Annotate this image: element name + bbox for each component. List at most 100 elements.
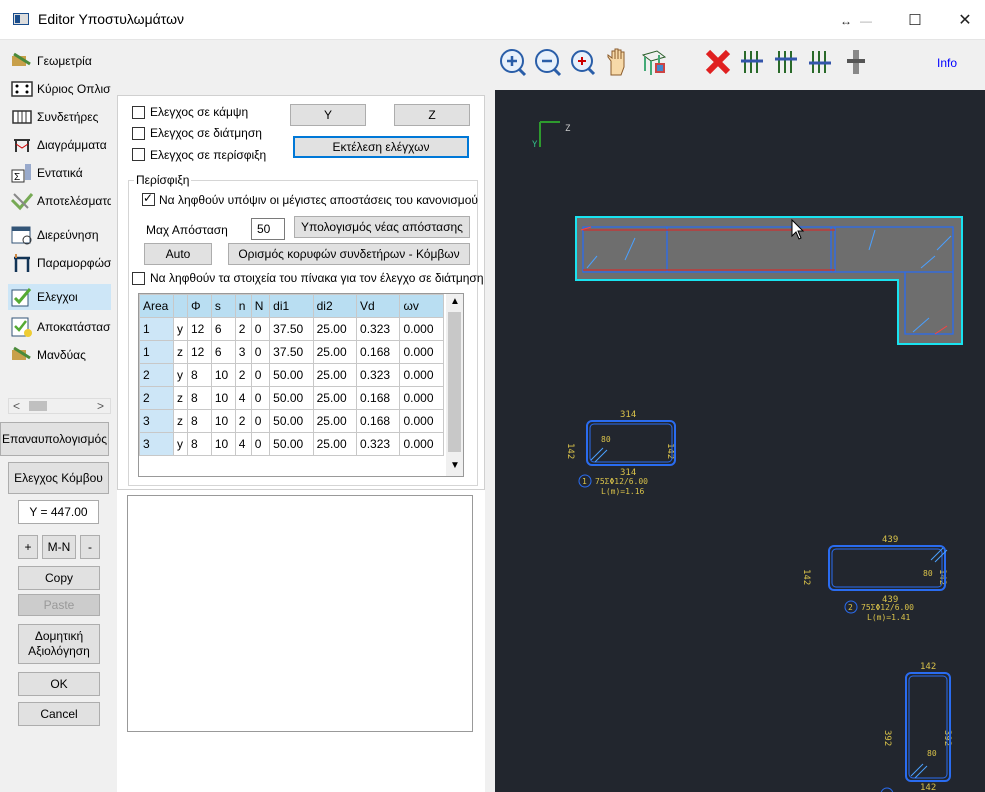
info-link[interactable]: Info — [937, 56, 957, 70]
table-cell[interactable]: 0 — [250, 363, 271, 387]
plus-button[interactable]: + — [18, 535, 38, 559]
table-cell[interactable]: 50.00 — [269, 363, 314, 387]
table-cell[interactable]: 25.00 — [312, 317, 358, 341]
auto-button[interactable]: Auto — [144, 243, 212, 265]
table-cell[interactable]: 0.168 — [356, 386, 401, 410]
zoom-in-icon[interactable] — [497, 47, 527, 77]
sidebar-item-stirrups[interactable]: Συνδετήρες — [8, 104, 111, 130]
l-section[interactable] — [575, 216, 963, 345]
table-cell[interactable]: 8 — [187, 386, 212, 410]
mn-button[interactable]: M-N — [42, 535, 76, 559]
rebar-tool-1-icon[interactable] — [737, 47, 767, 77]
table-cell[interactable]: 2 — [139, 363, 174, 387]
table-cell[interactable]: 1 — [139, 340, 174, 364]
table-cell[interactable]: 6 — [210, 340, 236, 364]
sidebar-item-geometry[interactable]: Γεωμετρία — [8, 48, 111, 74]
table-cell[interactable]: 0.323 — [356, 317, 401, 341]
run-checks-button[interactable]: Εκτέλεση ελέγχων — [293, 136, 469, 158]
use-table-checkbox[interactable] — [132, 272, 145, 285]
table-cell[interactable]: 25.00 — [312, 409, 358, 433]
table-cell[interactable]: z — [173, 340, 188, 364]
minimize-button[interactable]: — — [846, 8, 886, 34]
bending-checkbox[interactable] — [132, 106, 145, 119]
table-cell[interactable]: z — [173, 409, 188, 433]
drawing-canvas[interactable]: Y Z 314 314 142 142 80 1 75ΣΦ12/6.00 L(m… — [495, 90, 985, 792]
table-cell[interactable]: 0 — [250, 317, 271, 341]
define-vertices-button[interactable]: Ορισμός κορυφών συνδετήρων - Κόμβων — [228, 243, 470, 265]
recalc-button[interactable]: Επαναυπολογισμός — [0, 422, 109, 456]
table-cell[interactable]: 0.323 — [356, 363, 401, 387]
table-cell[interactable]: 50.00 — [269, 386, 314, 410]
ok-button[interactable]: OK — [18, 672, 100, 696]
table-cell[interactable]: 37.50 — [269, 340, 314, 364]
table-cell[interactable]: 3 — [139, 432, 174, 456]
table-cell[interactable]: 6 — [210, 317, 236, 341]
scroll-left-icon[interactable]: < — [13, 399, 20, 413]
table-row[interactable]: 2 y 8 10 2 0 50.00 25.00 0.323 0.000 — [139, 363, 444, 387]
close-button[interactable]: ✕ — [945, 8, 985, 34]
table-cell[interactable]: 0.000 — [399, 386, 444, 410]
table-cell[interactable]: 0.000 — [399, 432, 444, 456]
max-spacing-input[interactable]: 50 — [251, 218, 285, 240]
calc-spacing-button[interactable]: Υπολογισμός νέας απόστασης — [294, 216, 470, 238]
pan-hand-icon[interactable] — [603, 47, 633, 77]
table-cell[interactable]: 12 — [187, 340, 212, 364]
table-cell[interactable]: 8 — [187, 432, 212, 456]
table-cell[interactable]: 10 — [210, 432, 236, 456]
table-cell[interactable]: 37.50 — [269, 317, 314, 341]
table-row[interactable]: 1 y 12 6 2 0 37.50 25.00 0.323 0.000 — [139, 317, 444, 341]
scroll-up-icon[interactable]: ▲ — [450, 296, 460, 307]
table-cell[interactable]: 10 — [210, 386, 236, 410]
sidebar-item-jacket[interactable]: Μανδύας — [8, 342, 111, 368]
table-cell[interactable]: 10 — [210, 363, 236, 387]
table-cell[interactable]: 0.000 — [399, 317, 444, 341]
sidebar-item-deformation[interactable]: Παραμορφώσεις — [8, 250, 111, 276]
table-cell[interactable]: 3 — [139, 409, 174, 433]
table-cell[interactable]: 10 — [210, 409, 236, 433]
copy-button[interactable]: Copy — [18, 566, 100, 590]
table-cell[interactable]: 4 — [234, 432, 252, 456]
table-cell[interactable]: 2 — [234, 409, 252, 433]
table-row[interactable]: 3 z 8 10 2 0 50.00 25.00 0.168 0.000 — [139, 409, 444, 433]
table-row[interactable]: 2 z 8 10 4 0 50.00 25.00 0.168 0.000 — [139, 386, 444, 410]
sidebar-item-main-rebar[interactable]: Κύριος Οπλισμός — [8, 76, 111, 102]
table-cell[interactable]: 25.00 — [312, 432, 358, 456]
scroll-right-icon[interactable]: > — [97, 399, 104, 413]
table-cell[interactable]: 0.000 — [399, 363, 444, 387]
column-icon[interactable] — [841, 47, 871, 77]
table-cell[interactable]: y — [173, 363, 188, 387]
table-cell[interactable]: y — [173, 432, 188, 456]
sidebar-item-results[interactable]: Αποτελέσματα — [8, 188, 111, 214]
table-cell[interactable]: z — [173, 386, 188, 410]
z-direction-button[interactable]: Z — [394, 104, 470, 126]
scroll-thumb[interactable] — [448, 312, 461, 452]
scroll-thumb[interactable] — [29, 401, 47, 411]
table-cell[interactable]: 3 — [234, 340, 252, 364]
table-cell[interactable]: 12 — [187, 317, 212, 341]
table-cell[interactable]: 0.168 — [356, 409, 401, 433]
shear-checkbox[interactable] — [132, 127, 145, 140]
table-cell[interactable]: 25.00 — [312, 340, 358, 364]
sidebar-item-forces[interactable]: Σ Εντατικά — [8, 160, 111, 186]
paste-button[interactable]: Paste — [18, 594, 100, 616]
zoom-out-icon[interactable] — [532, 47, 562, 77]
table-cell[interactable]: 2 — [234, 317, 252, 341]
table-row[interactable]: 1 z 12 6 3 0 37.50 25.00 0.168 0.000 — [139, 340, 444, 364]
sidebar-item-diagrams[interactable]: Διαγράμματα — [8, 132, 111, 158]
cancel-button[interactable]: Cancel — [18, 702, 100, 726]
table-cell[interactable]: 25.00 — [312, 386, 358, 410]
table-cell[interactable]: 8 — [187, 409, 212, 433]
table-cell[interactable]: 0 — [250, 340, 271, 364]
table-cell[interactable]: y — [173, 317, 188, 341]
max-spacing-checkbox[interactable] — [142, 191, 155, 206]
table-cell[interactable]: 0.168 — [356, 340, 401, 364]
sidebar-item-restoration[interactable]: Αποκατάσταση — [8, 314, 111, 340]
y-direction-button[interactable]: Y — [290, 104, 366, 126]
table-cell[interactable]: 0.323 — [356, 432, 401, 456]
table-cell[interactable]: 1 — [139, 317, 174, 341]
table-cell[interactable]: 0 — [250, 409, 271, 433]
table-scrollbar[interactable]: ▲ ▼ — [446, 294, 463, 476]
table-cell[interactable]: 8 — [187, 363, 212, 387]
sidebar-item-checks[interactable]: Ελεγχοι — [8, 284, 111, 310]
sidebar-item-investigation[interactable]: Διερεύνηση — [8, 216, 111, 248]
